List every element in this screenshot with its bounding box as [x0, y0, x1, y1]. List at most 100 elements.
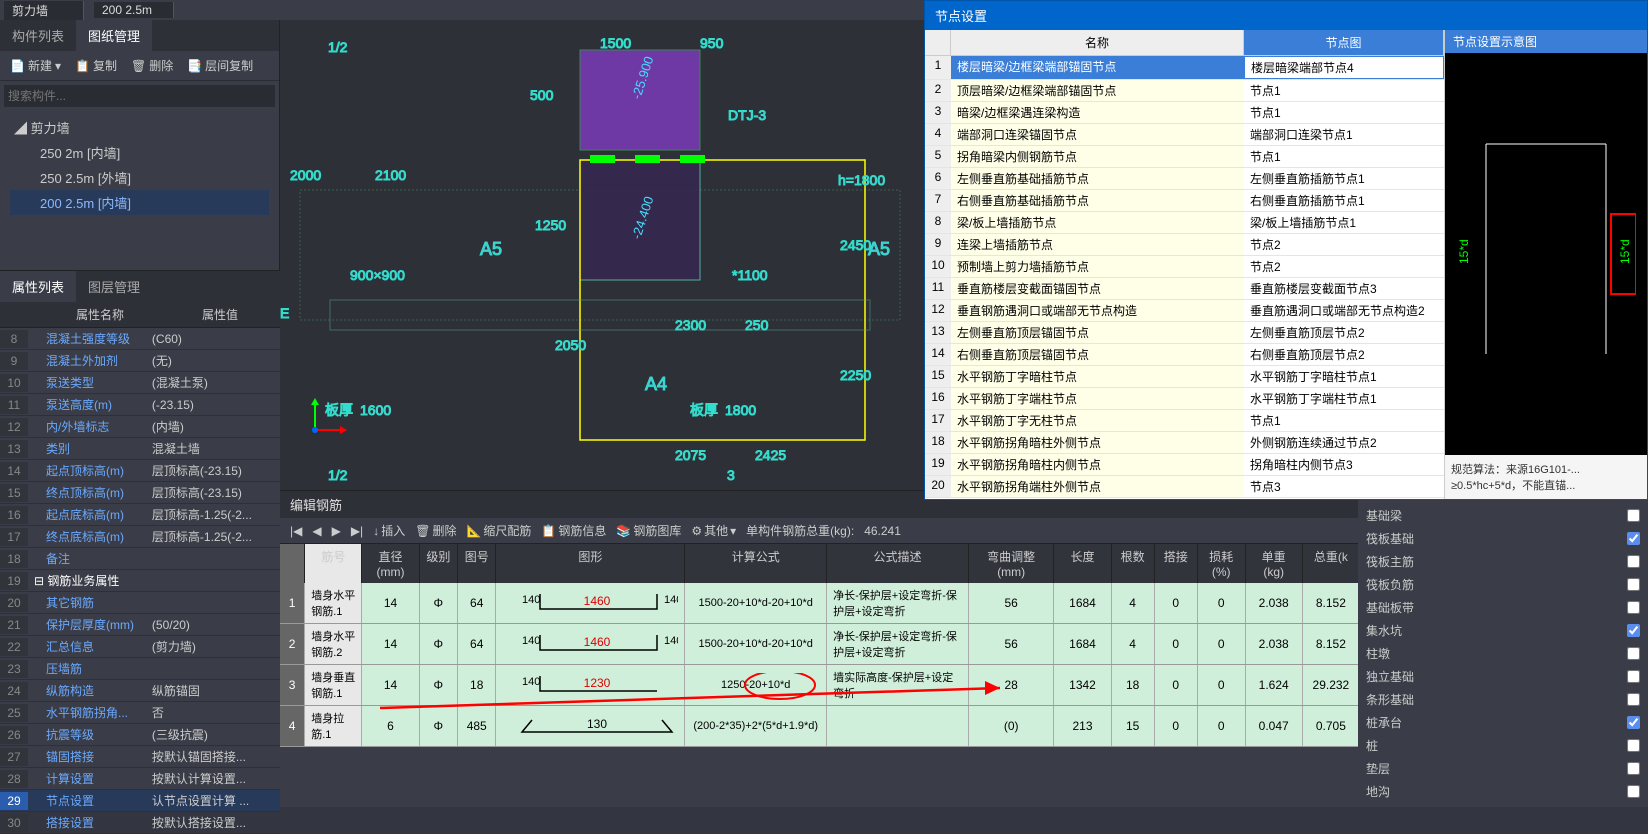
tree-root[interactable]: ◢ 剪力墙: [10, 115, 269, 140]
prop-row[interactable]: 10泵送类型(混凝土泵): [0, 372, 280, 394]
nav-prev-icon[interactable]: ◀: [312, 524, 321, 538]
node-row[interactable]: 7右侧垂直筋基础插筋节点右侧垂直筋插筋节点1: [925, 190, 1444, 212]
search-input[interactable]: [4, 85, 275, 107]
node-row[interactable]: 11垂直筋楼层变截面锚固节点垂直筋楼层变截面节点3: [925, 278, 1444, 300]
prop-row[interactable]: 29节点设置认节点设置计算 ...: [0, 790, 280, 812]
prop-row[interactable]: 16起点底标高(m)层顶标高-1.25(-2...: [0, 504, 280, 526]
visibility-item[interactable]: 垫层: [1366, 757, 1640, 780]
node-row[interactable]: 8梁/板上墙插筋节点梁/板上墙插筋节点1: [925, 212, 1444, 234]
visibility-checkbox[interactable]: [1627, 693, 1640, 706]
prop-row[interactable]: 28计算设置按默认计算设置...: [0, 768, 280, 790]
prop-row[interactable]: 21保护层厚度(mm)(50/20): [0, 614, 280, 636]
node-row[interactable]: 9连梁上墙插筋节点节点2: [925, 234, 1444, 256]
visibility-item[interactable]: 柱墩: [1366, 642, 1640, 665]
delete-rebar-button[interactable]: 🗑 删除: [415, 522, 456, 539]
visibility-item[interactable]: 基础梁: [1366, 504, 1640, 527]
prop-row[interactable]: 9混凝土外加剂(无): [0, 350, 280, 372]
node-row[interactable]: 17水平钢筋丁字无柱节点节点1: [925, 410, 1444, 432]
rebar-info-button[interactable]: 📋 钢筋信息: [541, 522, 606, 539]
visibility-item[interactable]: 条形基础: [1366, 688, 1640, 711]
nav-first-icon[interactable]: |◀: [290, 524, 302, 538]
node-row[interactable]: 3暗梁/边框梁遇连梁构造节点1: [925, 102, 1444, 124]
node-row[interactable]: 15水平钢筋丁字暗柱节点水平钢筋丁字暗柱节点1: [925, 366, 1444, 388]
visibility-item[interactable]: 集水坑: [1366, 619, 1640, 642]
prop-row[interactable]: 11泵送高度(m)(-23.15): [0, 394, 280, 416]
visibility-checkbox[interactable]: [1627, 739, 1640, 752]
visibility-item[interactable]: 独立基础: [1366, 665, 1640, 688]
visibility-item[interactable]: 桩承台: [1366, 711, 1640, 734]
copy-button[interactable]: 📋 复制: [71, 55, 121, 76]
delete-button[interactable]: 🗑 删除: [127, 55, 177, 76]
rebar-lib-button[interactable]: 📚 钢筋图库: [616, 522, 681, 539]
prop-row[interactable]: 26抗震等级(三级抗震): [0, 724, 280, 746]
node-row[interactable]: 12垂直钢筋遇洞口或端部无节点构造垂直筋遇洞口或端部无节点构造2: [925, 300, 1444, 322]
visibility-item[interactable]: 筏板基础: [1366, 527, 1640, 550]
node-row[interactable]: 16水平钢筋丁字端柱节点水平钢筋丁字端柱节点1: [925, 388, 1444, 410]
cad-viewport[interactable]: 1500950 500900×900 *1100 DTJ-3 20002100 …: [280, 20, 924, 490]
visibility-checkbox[interactable]: [1627, 509, 1640, 522]
prop-row[interactable]: 17终点底标高(m)层顶标高-1.25(-2...: [0, 526, 280, 548]
tree-item[interactable]: 250 2.5m [外墙]: [10, 165, 269, 190]
node-row[interactable]: 19水平钢筋拐角暗柱内侧节点拐角暗柱内侧节点3: [925, 454, 1444, 476]
nav-next-icon[interactable]: ▶: [332, 524, 341, 538]
insert-button[interactable]: ↓ 插入: [373, 522, 405, 539]
visibility-checkbox[interactable]: [1627, 762, 1640, 775]
prop-row[interactable]: 19⊟ 钢筋业务属性: [0, 570, 280, 592]
tab-component-list[interactable]: 构件列表: [0, 20, 76, 51]
visibility-checkbox[interactable]: [1627, 624, 1640, 637]
node-row[interactable]: 4端部洞口连梁锚固节点端部洞口连梁节点1: [925, 124, 1444, 146]
visibility-checkbox[interactable]: [1627, 601, 1640, 614]
svg-text:250: 250: [745, 317, 769, 333]
tab-layer-mgmt[interactable]: 图层管理: [76, 271, 152, 302]
node-row[interactable]: 20水平钢筋拐角端柱外侧节点节点3: [925, 476, 1444, 498]
steel-row[interactable]: 2墙身水平钢筋.214Φ6414014601401500-20+10*d-20+…: [280, 624, 1360, 665]
other-button[interactable]: ⚙ 其他 ▾: [691, 522, 736, 539]
visibility-item[interactable]: 地沟: [1366, 780, 1640, 803]
visibility-item[interactable]: 筏板负筋: [1366, 573, 1640, 596]
tree-item[interactable]: 200 2.5m [内墙]: [10, 190, 269, 215]
visibility-checkbox[interactable]: [1627, 647, 1640, 660]
prop-row[interactable]: 13类别混凝土墙: [0, 438, 280, 460]
tab-props[interactable]: 属性列表: [0, 271, 76, 302]
node-row[interactable]: 2顶层暗梁/边框梁端部锚固节点节点1: [925, 80, 1444, 102]
visibility-checkbox[interactable]: [1627, 670, 1640, 683]
steel-row[interactable]: 3墙身垂直钢筋.114Φ1814012301250-20+10*d墙实际高度-保…: [280, 665, 1360, 706]
component-type-select[interactable]: 剪力墙: [4, 1, 84, 20]
visibility-checkbox[interactable]: [1627, 716, 1640, 729]
prop-row[interactable]: 12内/外墙标志(内墙): [0, 416, 280, 438]
visibility-checkbox[interactable]: [1627, 532, 1640, 545]
new-button[interactable]: 📄 新建 ▾: [6, 55, 65, 76]
steel-row[interactable]: 4墙身拉筋.16Φ485130(200-2*35)+2*(5*d+1.9*d)(…: [280, 706, 1360, 747]
prop-row[interactable]: 18备注: [0, 548, 280, 570]
node-row[interactable]: 10预制墙上剪力墙插筋节点节点2: [925, 256, 1444, 278]
node-row[interactable]: 14右侧垂直筋顶层锚固节点右侧垂直筋顶层节点2: [925, 344, 1444, 366]
steel-row[interactable]: 1墙身水平钢筋.114Φ6414014601401500-20+10*d-20+…: [280, 583, 1360, 624]
layer-copy-button[interactable]: 📑 层间复制: [183, 55, 257, 76]
node-row[interactable]: 6左侧垂直筋基础插筋节点左侧垂直筋插筋节点1: [925, 168, 1444, 190]
prop-row[interactable]: 22汇总信息(剪力墙): [0, 636, 280, 658]
nav-last-icon[interactable]: ▶|: [351, 524, 363, 538]
tree-item[interactable]: 250 2m [内墙]: [10, 140, 269, 165]
node-row[interactable]: 13左侧垂直筋顶层锚固节点左侧垂直筋顶层节点2: [925, 322, 1444, 344]
node-row[interactable]: 5拐角暗梁内侧钢筋节点节点1: [925, 146, 1444, 168]
node-row[interactable]: 1楼层暗梁/边框梁端部锚固节点楼层暗梁端部节点4: [925, 56, 1444, 80]
prop-row[interactable]: 25水平钢筋拐角...否: [0, 702, 280, 724]
visibility-checkbox[interactable]: [1627, 578, 1640, 591]
component-item-select[interactable]: 200 2.5m: [94, 2, 174, 18]
prop-row[interactable]: 24纵筋构造纵筋锚固: [0, 680, 280, 702]
tab-drawing-mgmt[interactable]: 图纸管理: [76, 20, 152, 51]
visibility-item[interactable]: 桩: [1366, 734, 1640, 757]
prop-row[interactable]: 14起点顶标高(m)层顶标高(-23.15): [0, 460, 280, 482]
prop-row[interactable]: 20其它钢筋: [0, 592, 280, 614]
scale-button[interactable]: 📐 缩尺配筋: [466, 522, 531, 539]
visibility-item[interactable]: 基础板带: [1366, 596, 1640, 619]
prop-row[interactable]: 30搭接设置按默认搭接设置...: [0, 812, 280, 834]
node-row[interactable]: 18水平钢筋拐角暗柱外侧节点外侧钢筋连续通过节点2: [925, 432, 1444, 454]
visibility-checkbox[interactable]: [1627, 555, 1640, 568]
prop-row[interactable]: 8混凝土强度等级(C60): [0, 328, 280, 350]
prop-row[interactable]: 27锚固搭接按默认锚固搭接...: [0, 746, 280, 768]
prop-row[interactable]: 23压墙筋: [0, 658, 280, 680]
visibility-item[interactable]: 筏板主筋: [1366, 550, 1640, 573]
visibility-checkbox[interactable]: [1627, 785, 1640, 798]
prop-row[interactable]: 15终点顶标高(m)层顶标高(-23.15): [0, 482, 280, 504]
